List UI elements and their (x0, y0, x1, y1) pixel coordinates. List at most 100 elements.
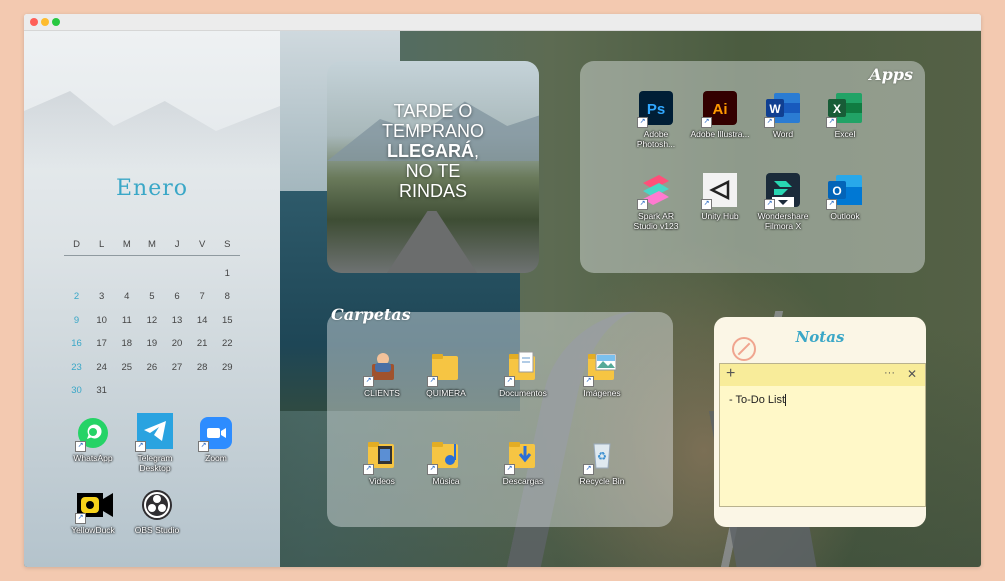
yellowduck-label: YellowDuck (71, 525, 115, 535)
telegram-shortcut[interactable]: ↗ Telegram Desktop (125, 413, 185, 473)
clients-folder-label: CLIENTS (364, 388, 400, 398)
calendar-day[interactable]: 27 (165, 362, 190, 373)
svg-text:Ai: Ai (713, 101, 728, 118)
calendar-mountains (24, 91, 280, 171)
clients-folder-shortcut[interactable]: ↗ CLIENTS (352, 350, 412, 398)
calendar-day[interactable]: 14 (190, 315, 215, 326)
calendar-day[interactable]: 11 (114, 315, 139, 326)
weekday-label: V (199, 239, 206, 251)
outlook-shortcut[interactable]: O ↗ Outlook (815, 173, 875, 221)
calendar-day[interactable]: 29 (215, 362, 240, 373)
photoshop-shortcut[interactable]: Ps ↗ Adobe Photosh... (626, 91, 686, 149)
calendar-day[interactable]: 1 (215, 268, 240, 279)
close-note-button[interactable]: ✕ (907, 367, 917, 381)
images-folder-icon: ↗ (583, 350, 619, 387)
calendar-day[interactable]: 10 (89, 315, 114, 326)
sticky-toolbar: + ··· ✕ (720, 364, 925, 386)
recycle-bin-shortcut[interactable]: ♻ ↗ Recycle Bin (572, 438, 632, 486)
photoshop-label: Adobe Photosh... (636, 129, 676, 149)
quimera-folder-icon: ↗ (427, 350, 463, 387)
calendar-day[interactable]: 31 (89, 385, 114, 396)
whatsapp-shortcut[interactable]: ↗ WhatsApp (63, 417, 123, 463)
calendar-day[interactable]: 7 (190, 291, 215, 302)
calendar-week: 23 24 25 26 27 28 29 (64, 356, 240, 380)
calendar-day[interactable]: 2 (64, 291, 89, 302)
svg-text:X: X (833, 102, 841, 116)
calendar-divider (64, 254, 240, 256)
images-folder-shortcut[interactable]: ↗ Imágenes (572, 350, 632, 398)
yellowduck-icon: ↗ (75, 489, 113, 524)
spark-ar-icon: ↗ (637, 173, 673, 210)
quimera-folder-label: QUIMERA (426, 388, 466, 398)
word-shortcut[interactable]: W ↗ Word (753, 91, 813, 139)
zoom-dot[interactable] (52, 18, 60, 26)
calendar-day[interactable]: 8 (215, 291, 240, 302)
spark-ar-shortcut[interactable]: ↗ Spark AR Studio v123 (626, 173, 686, 231)
filmora-shortcut[interactable]: ↗ Wondershare Filmora X (753, 173, 813, 231)
excel-shortcut[interactable]: X ↗ Excel (815, 91, 875, 139)
calendar-week: 1 (64, 262, 240, 286)
apps-panel: Apps Ps ↗ Adobe Photosh... Ai ↗ Adobe Illustr… (580, 61, 925, 273)
downloads-folder-shortcut[interactable]: ↗ Descargas (493, 438, 553, 486)
quimera-folder-shortcut[interactable]: ↗ QUIMERA (416, 350, 476, 398)
calendar-day[interactable]: 13 (165, 315, 190, 326)
calendar-day[interactable]: 28 (190, 362, 215, 373)
whatsapp-icon: ↗ (75, 417, 109, 452)
calendar-day[interactable]: 15 (215, 315, 240, 326)
calendar-day[interactable]: 19 (139, 338, 164, 349)
add-note-button[interactable]: + (726, 365, 735, 383)
calendar-day[interactable]: 16 (64, 338, 89, 349)
obs-shortcut[interactable]: OBS Studio (127, 489, 187, 535)
sticky-note[interactable]: + ··· ✕ - To-Do List (719, 363, 926, 507)
quote-comma: , (473, 141, 479, 161)
calendar-day[interactable]: 24 (89, 362, 114, 373)
calendar-day[interactable]: 30 (64, 385, 89, 396)
excel-icon: X ↗ (826, 91, 862, 128)
notes-title: Notas (795, 328, 845, 346)
photoshop-icon: Ps ↗ (637, 91, 673, 128)
calendar-day[interactable]: 25 (114, 362, 139, 373)
downloads-folder-icon: ↗ (504, 438, 540, 475)
calendar-day[interactable]: 21 (190, 338, 215, 349)
calendar-day[interactable]: 20 (165, 338, 190, 349)
quote-text: TARDE O TEMPRANO LLEGARÁ, NO TE RINDAS (327, 101, 539, 201)
text-cursor (785, 394, 787, 407)
quote-line-3: LLEGARÁ, (327, 141, 539, 161)
quote-line-1: TARDE O (393, 101, 473, 121)
videos-folder-icon: ↗ (363, 438, 399, 475)
obs-label: OBS Studio (134, 525, 180, 535)
calendar-day[interactable]: 23 (64, 362, 89, 373)
weekday-label: L (99, 239, 105, 251)
documents-folder-icon: ↗ (504, 350, 540, 387)
weekday-label: M (147, 239, 156, 251)
calendar-day[interactable]: 17 (89, 338, 114, 349)
illustrator-shortcut[interactable]: Ai ↗ Adobe Illustra... (690, 91, 750, 139)
calendar-day[interactable]: 5 (139, 291, 164, 302)
calendar-day[interactable]: 3 (89, 291, 114, 302)
images-folder-label: Imágenes (583, 388, 621, 398)
calendar-day[interactable]: 18 (114, 338, 139, 349)
music-folder-label: Música (432, 476, 460, 486)
yellowduck-shortcut[interactable]: ↗ YellowDuck (63, 489, 123, 535)
documents-folder-shortcut[interactable]: ↗ Documentos (493, 350, 553, 398)
calendar-day[interactable]: 12 (139, 315, 164, 326)
calendar-day[interactable]: 9 (64, 315, 89, 326)
desktop-wallpaper: Enero DLMMJVS 1 2 3 4 5 6 7 8 9 10 11 12 13 14 15 16 17 1… (24, 31, 981, 567)
minimize-dot[interactable] (41, 18, 49, 26)
calendar-day[interactable]: 6 (165, 291, 190, 302)
weekday-label: J (174, 239, 180, 251)
calendar-day[interactable]: 26 (139, 362, 164, 373)
folders-panel: Carpetas ↗ CLIENTS ↗ QUIMERA ↗ Documentos ↗ Imá… (327, 305, 673, 527)
videos-folder-shortcut[interactable]: ↗ Videos (352, 438, 412, 486)
note-content[interactable]: - To-Do List (729, 394, 787, 407)
weekday-label: M (122, 239, 131, 251)
more-options-button[interactable]: ··· (884, 367, 895, 379)
unity-hub-shortcut[interactable]: ↗ Unity Hub (690, 173, 750, 221)
close-dot[interactable] (30, 18, 38, 26)
music-folder-shortcut[interactable]: ↗ Música (416, 438, 476, 486)
zoom-shortcut[interactable]: ↗ Zoom (186, 417, 246, 463)
weekday-label: D (73, 239, 80, 251)
calendar-day[interactable]: 22 (215, 338, 240, 349)
calendar-day[interactable]: 4 (114, 291, 139, 302)
telegram-label: Telegram Desktop (137, 453, 173, 473)
